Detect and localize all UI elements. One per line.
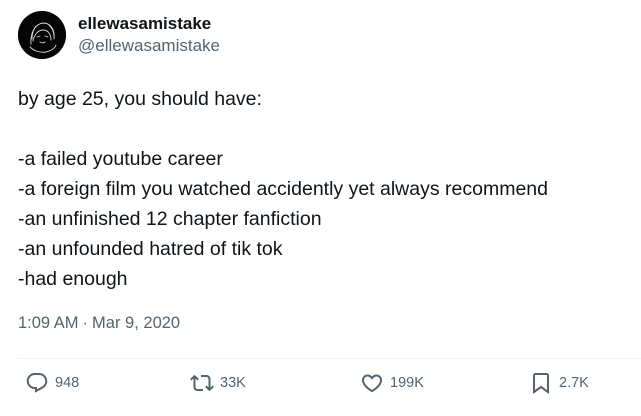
like-button[interactable]: 199K — [360, 371, 424, 395]
retweet-count: 33K — [220, 375, 246, 391]
reply-count: 948 — [55, 375, 80, 391]
retweet-icon — [190, 374, 214, 392]
tweet-line: -had enough — [18, 268, 128, 290]
user-handle[interactable]: @ellewasamistake — [78, 35, 220, 57]
tweet-card: ellewasamistake @ellewasamistake by age … — [0, 0, 641, 416]
avatar-sketch-icon — [18, 11, 66, 59]
author-names: ellewasamistake @ellewasamistake — [78, 14, 220, 57]
reply-bubble-icon — [26, 373, 48, 393]
tweet-header: ellewasamistake @ellewasamistake — [18, 11, 220, 59]
tweet-line: -an unfinished 12 chapter fanfiction — [18, 208, 322, 230]
like-count: 199K — [390, 375, 424, 391]
tweet-time: 1:09 AM — [18, 314, 79, 332]
timestamp-separator: · — [82, 314, 89, 332]
retweet-button[interactable]: 33K — [190, 371, 246, 395]
tweet-line: by age 25, you should have: — [18, 88, 262, 110]
bookmark-icon — [533, 373, 549, 394]
tweet-timestamp[interactable]: 1:09 AM · Mar 9, 2020 — [18, 314, 180, 333]
bookmark-count: 2.7K — [559, 375, 589, 391]
display-name[interactable]: ellewasamistake — [78, 14, 220, 34]
tweet-date: Mar 9, 2020 — [92, 314, 181, 332]
heart-icon — [361, 374, 383, 393]
reply-button[interactable]: 948 — [25, 371, 79, 395]
bookmark-button[interactable]: 2.7K — [529, 371, 589, 395]
divider — [18, 358, 641, 359]
tweet-line: -an unfounded hatred of tik tok — [18, 238, 283, 260]
tweet-text: by age 25, you should have: -a failed yo… — [18, 84, 633, 294]
tweet-line: -a foreign film you watched accidently y… — [18, 178, 548, 200]
tweet-line: -a failed youtube career — [18, 148, 223, 170]
action-bar: 948 33K 199K 2.7K — [0, 371, 641, 405]
avatar[interactable] — [18, 11, 66, 59]
